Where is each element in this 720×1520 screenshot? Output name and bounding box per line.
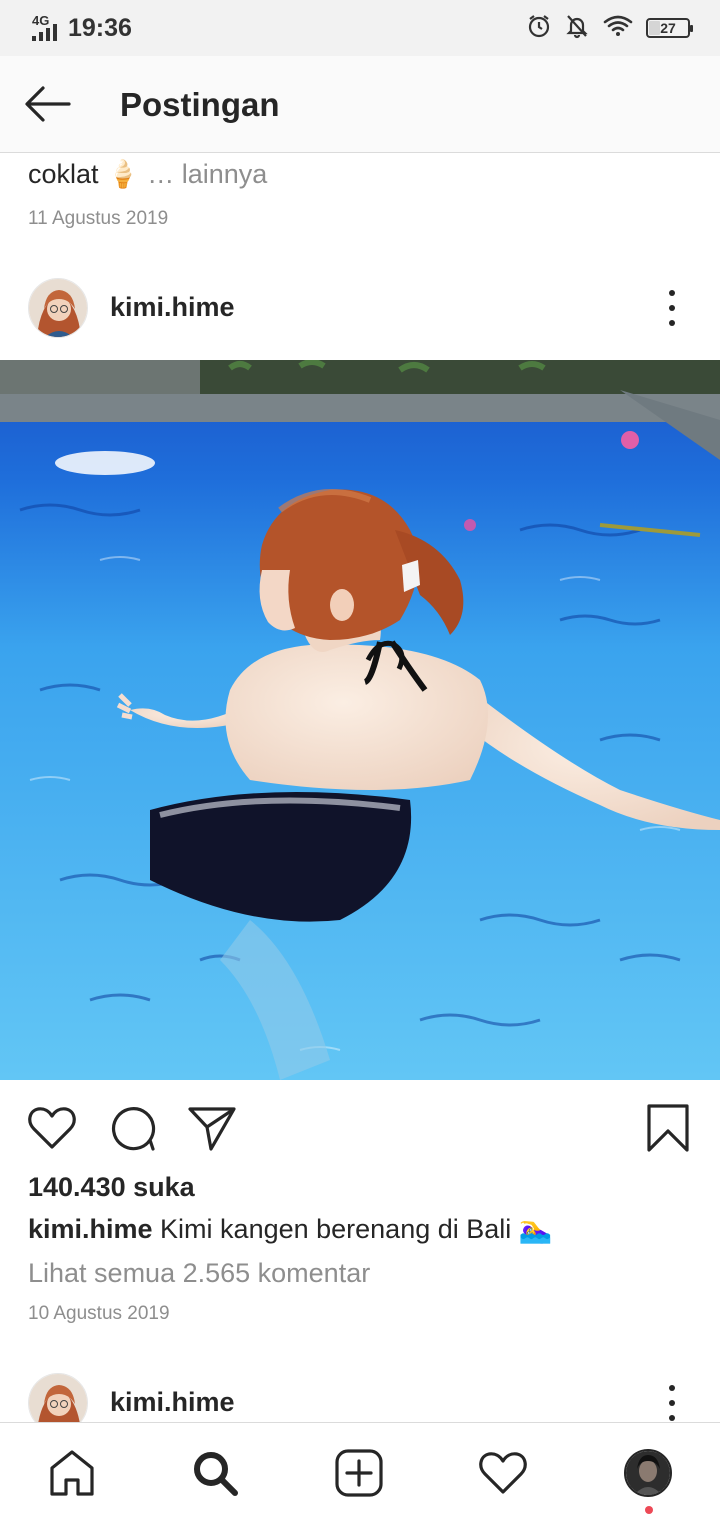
- avatar[interactable]: [28, 278, 88, 338]
- activity-heart-icon: [479, 1452, 527, 1494]
- post-caption: kimi.hime Kimi kangen berenang di Bali 🏊…: [28, 1213, 552, 1245]
- notifications-off-icon: [564, 13, 590, 44]
- likes-count[interactable]: 140.430 suka: [28, 1172, 195, 1203]
- nav-activity[interactable]: [475, 1445, 531, 1501]
- save-button[interactable]: [640, 1100, 696, 1156]
- nav-new-post[interactable]: [331, 1445, 387, 1501]
- share-icon: [188, 1107, 236, 1151]
- caption-username[interactable]: kimi.hime: [28, 1214, 153, 1244]
- nav-search[interactable]: [187, 1445, 243, 1501]
- next-post-username[interactable]: kimi.hime: [110, 1387, 235, 1418]
- more-vertical-icon[interactable]: [660, 1383, 684, 1423]
- ice-cream-emoji: 🍦: [106, 159, 140, 189]
- previous-caption-text: coklat: [28, 159, 99, 189]
- heart-icon: [28, 1107, 76, 1149]
- previous-post-caption: coklat 🍦 … lainnya: [28, 158, 267, 190]
- nav-profile[interactable]: [620, 1445, 676, 1501]
- more-vertical-icon[interactable]: [660, 288, 684, 328]
- page-title: Postingan: [120, 86, 280, 123]
- status-time: 19:36: [68, 13, 132, 42]
- back-button[interactable]: [22, 80, 74, 128]
- more-link[interactable]: … lainnya: [147, 159, 267, 189]
- post-image[interactable]: [0, 360, 720, 1080]
- comment-icon: [111, 1107, 156, 1151]
- app-header: Postingan: [0, 56, 720, 153]
- profile-avatar: [624, 1449, 672, 1497]
- like-button[interactable]: [24, 1100, 80, 1156]
- bottom-navigation: [0, 1422, 720, 1520]
- battery-level: 27: [660, 20, 676, 36]
- previous-post-date: 11 Agustus 2019: [28, 208, 169, 229]
- new-post-icon: [335, 1449, 383, 1497]
- home-icon: [50, 1450, 94, 1496]
- share-button[interactable]: [184, 1100, 240, 1156]
- bookmark-icon: [647, 1104, 689, 1152]
- alarm-icon: [526, 13, 552, 44]
- view-all-comments-link[interactable]: Lihat semua 2.565 komentar: [28, 1258, 370, 1289]
- status-bar: 4G 19:36 27: [0, 0, 720, 56]
- nav-home[interactable]: [44, 1445, 100, 1501]
- swimmer-emoji: 🏊‍♀️: [518, 1214, 553, 1244]
- arrow-left-icon: [25, 86, 71, 122]
- status-bar-right: 27: [526, 12, 693, 44]
- post-date: 10 Agustus 2019: [28, 1303, 170, 1324]
- signal-icon: 4G: [30, 13, 64, 43]
- post-actions: [0, 1096, 720, 1156]
- post-header: kimi.hime: [0, 268, 720, 348]
- comment-button[interactable]: [104, 1100, 160, 1156]
- caption-text: Kimi kangen berenang di Bali: [152, 1214, 512, 1244]
- post-username[interactable]: kimi.hime: [110, 292, 235, 323]
- battery-icon: 27: [646, 18, 693, 38]
- profile-notification-dot: [645, 1506, 653, 1514]
- search-icon: [194, 1452, 238, 1496]
- status-bar-left: 4G 19:36: [30, 12, 132, 44]
- wifi-icon: [602, 13, 634, 44]
